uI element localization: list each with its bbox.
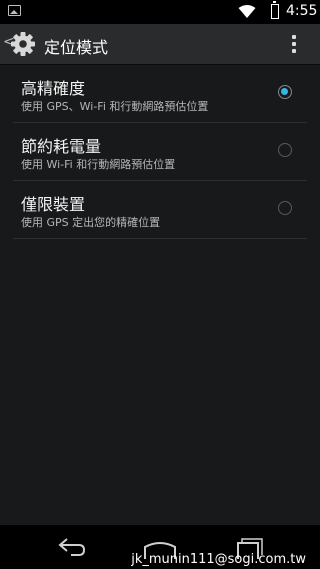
wifi-icon — [238, 5, 256, 18]
option-battery-saving[interactable]: 節約耗電量 使用 Wi-Fi 和行動網路預估位置 — [13, 123, 307, 181]
back-arrow-icon[interactable] — [56, 535, 88, 557]
radio-button-selected[interactable] — [278, 85, 292, 99]
page-title: 定位模式 — [44, 38, 109, 57]
option-title: 節約耗電量 — [21, 137, 102, 156]
navigation-bar: jk_munin111@sogi.com.tw — [0, 525, 320, 569]
location-mode-list: 高精確度 使用 GPS、Wi-Fi 和行動網路預估位置 節約耗電量 使用 Wi-… — [0, 65, 320, 239]
battery-icon — [271, 1, 279, 19]
option-title: 僅限裝置 — [21, 195, 86, 214]
status-bar: 4:55 — [0, 0, 320, 24]
radio-button[interactable] — [278, 143, 292, 157]
option-high-accuracy[interactable]: 高精確度 使用 GPS、Wi-Fi 和行動網路預估位置 — [13, 65, 307, 123]
watermark-text: jk_munin111@sogi.com.tw — [131, 552, 306, 567]
status-time: 4:55 — [286, 3, 318, 19]
option-description: 使用 GPS、Wi-Fi 和行動網路預估位置 — [21, 100, 209, 113]
option-description: 使用 Wi-Fi 和行動網路預估位置 — [21, 158, 176, 171]
overflow-menu-icon[interactable] — [292, 35, 296, 53]
option-title: 高精確度 — [21, 79, 86, 98]
image-notification-icon — [8, 5, 21, 16]
radio-button[interactable] — [278, 201, 292, 215]
action-bar: < 定位模式 — [0, 24, 320, 65]
option-device-only[interactable]: 僅限裝置 使用 GPS 定出您的精確位置 — [13, 181, 307, 239]
option-description: 使用 GPS 定出您的精確位置 — [21, 216, 161, 229]
settings-gear-icon[interactable] — [10, 31, 36, 57]
